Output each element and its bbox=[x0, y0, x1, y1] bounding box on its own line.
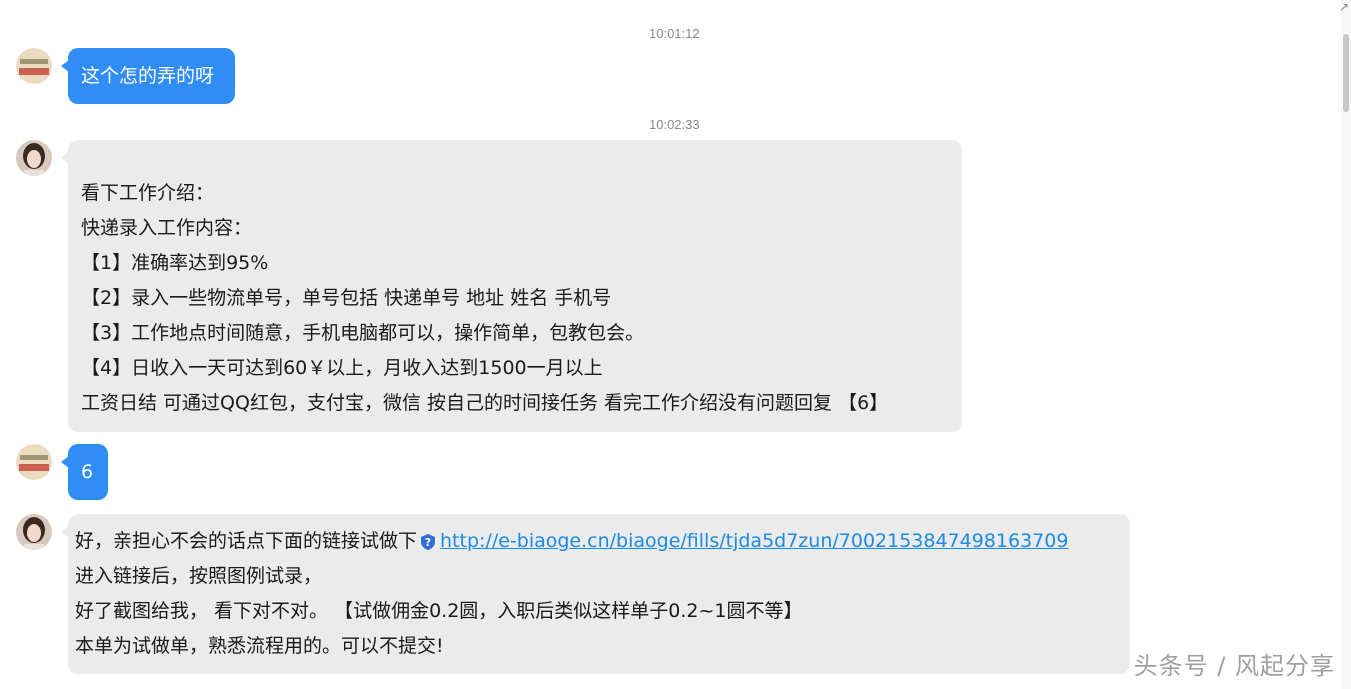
contact-avatar-icon[interactable] bbox=[16, 514, 52, 550]
message-text: 这个怎的弄的呀 bbox=[81, 65, 215, 87]
message-text: 6 bbox=[81, 461, 94, 483]
message-line: 工资日结 可通过QQ红包，支付宝，微信 按自己的时间接任务 看完工作介绍没有问题… bbox=[81, 392, 889, 414]
message-bubble-self-2[interactable]: 6 bbox=[61, 444, 108, 500]
message-line: 进入链接后，按照图例试录， bbox=[75, 565, 323, 587]
message-bubble-other-2[interactable]: 好，亲担心不会的话点下面的链接试做下? http://e-biaoge.cn/bi… bbox=[61, 514, 1130, 674]
message-line: 【1】准确率达到95% bbox=[81, 252, 269, 274]
message-line: 【2】录入一些物流单号，单号包括 快递单号 地址 姓名 手机号 bbox=[81, 287, 612, 309]
message-line: 看下工作介绍： bbox=[81, 182, 215, 204]
timestamp-1: 10:01:12 bbox=[649, 26, 700, 41]
message-bubble-self-1[interactable]: 这个怎的弄的呀 bbox=[61, 48, 235, 104]
contact-avatar-icon[interactable] bbox=[16, 140, 52, 176]
expand-arrow-icon[interactable]: ↗ bbox=[1339, 0, 1349, 14]
message-line-with-link: 好，亲担心不会的话点下面的链接试做下? http://e-biaoge.cn/bi… bbox=[75, 524, 1123, 559]
svg-text:?: ? bbox=[425, 536, 431, 549]
question-shield-icon[interactable]: ? bbox=[419, 528, 437, 550]
message-line: 好了截图给我， 看下对不对。 【试做佣金0.2圆，入职后类似这样单子0.2~1圆… bbox=[75, 600, 803, 622]
message-line: 【3】工作地点时间随意，手机电脑都可以，操作简单，包教包会。 bbox=[81, 322, 645, 344]
message-line: 本单为试做单，熟悉流程用的。可以不提交! bbox=[75, 635, 444, 657]
trial-link[interactable]: http://e-biaoge.cn/biaoge/fills/tjda5d7z… bbox=[440, 530, 1068, 552]
message-line: 快递录入工作内容： bbox=[81, 217, 253, 239]
self-avatar-icon[interactable] bbox=[16, 48, 52, 84]
scrollbar-thumb[interactable] bbox=[1343, 34, 1349, 112]
message-bubble-other-1[interactable]: 看下工作介绍： 快递录入工作内容： 【1】准确率达到95% 【2】录入一些物流单… bbox=[61, 140, 962, 432]
self-avatar-icon[interactable] bbox=[16, 444, 52, 480]
timestamp-2: 10:02:33 bbox=[649, 117, 700, 132]
watermark: 头条号 / 风起分享 bbox=[1133, 652, 1335, 680]
message-text: 好，亲担心不会的话点下面的链接试做下 bbox=[75, 530, 418, 552]
message-line: 【4】日收入一天可达到60￥以上，月收入达到1500一月以上 bbox=[81, 357, 603, 379]
